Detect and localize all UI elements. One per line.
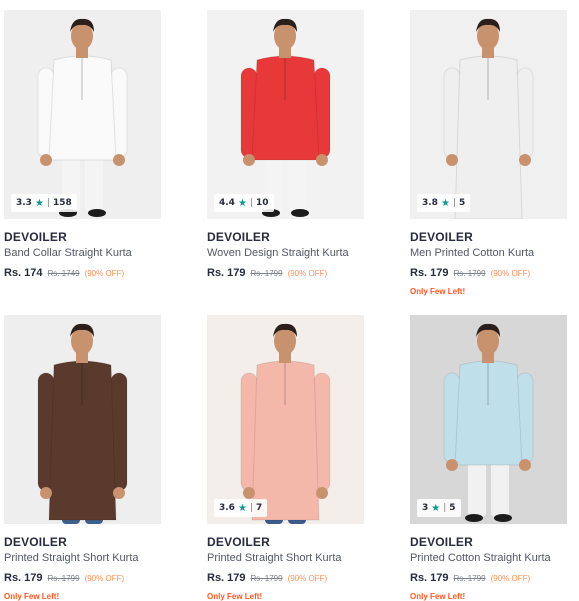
product-title: Woven Design Straight Kurta	[207, 247, 349, 259]
product-card[interactable]: DEVOILER Printed Straight Short Kurta Rs…	[4, 315, 161, 601]
product-discount: (90% OFF)	[490, 269, 531, 278]
product-price: Rs. 179	[4, 572, 43, 584]
product-brand: DEVOILER	[4, 230, 67, 244]
product-brand: DEVOILER	[207, 230, 270, 244]
product-card[interactable]: 3.3 ★ | 158 DEVOILER Band Collar Straight K…	[4, 10, 161, 279]
product-price: Rs. 179	[410, 572, 449, 584]
price-row: Rs. 179 Rs. 1799 (90% OFF)	[4, 572, 161, 584]
price-row: Rs. 179 Rs. 1799 (90% OFF)	[410, 572, 567, 584]
product-title: Men Printed Cotton Kurta	[410, 247, 535, 259]
rating-count: 158	[52, 198, 72, 208]
product-brand: DEVOILER	[410, 535, 473, 549]
product-price: Rs. 174	[4, 267, 43, 279]
rating-badge: 3.6 ★ | 7	[214, 499, 268, 517]
product-discount: (90% OFF)	[84, 269, 125, 278]
product-brand: DEVOILER	[410, 230, 473, 244]
rating-badge: 3.8 ★ | 5	[417, 194, 471, 212]
product-mrp: Rs. 1799	[250, 574, 283, 583]
price-row: Rs. 179 Rs. 1799 (90% OFF)	[207, 267, 364, 279]
product-title: Band Collar Straight Kurta	[4, 247, 132, 259]
rating-count: 10	[255, 198, 269, 208]
star-icon: ★	[440, 197, 450, 209]
rating-value: 3	[422, 503, 429, 513]
product-discount: (90% OFF)	[84, 574, 125, 583]
product-image[interactable]: 3.3 ★ | 158	[4, 10, 161, 219]
rating-separator: |	[249, 503, 253, 513]
star-icon: ★	[237, 197, 247, 209]
product-mrp: Rs. 1749	[47, 269, 80, 278]
product-title: Printed Cotton Straight Kurta	[410, 552, 551, 564]
product-mrp: Rs. 1799	[250, 269, 283, 278]
rating-badge: 4.4 ★ | 10	[214, 194, 274, 212]
product-card[interactable]: 3.6 ★ | 7 DEVOILER Printed Straight Short K…	[207, 315, 364, 601]
few-left-tag: Only Few Left!	[410, 592, 466, 601]
few-left-tag: Only Few Left!	[410, 287, 466, 296]
rating-separator: |	[249, 198, 253, 208]
product-price: Rs. 179	[207, 267, 246, 279]
price-row: Rs. 179 Rs. 1799 (90% OFF)	[207, 572, 364, 584]
price-row: Rs. 174 Rs. 1749 (90% OFF)	[4, 267, 161, 279]
product-image[interactable]: 3.8 ★ | 5	[410, 10, 567, 219]
rating-value: 3.8	[422, 198, 438, 208]
star-icon: ★	[237, 502, 247, 514]
product-price: Rs. 179	[410, 267, 449, 279]
product-image[interactable]	[4, 315, 161, 524]
price-row: Rs. 179 Rs. 1799 (90% OFF)	[410, 267, 567, 279]
rating-separator: |	[443, 503, 447, 513]
few-left-tag: Only Few Left!	[4, 592, 60, 601]
product-discount: (90% OFF)	[287, 574, 328, 583]
rating-count: 5	[449, 503, 456, 513]
model-photo	[240, 323, 331, 524]
product-discount: (90% OFF)	[490, 574, 531, 583]
model-photo	[443, 18, 534, 219]
product-image[interactable]: 4.4 ★ | 10	[207, 10, 364, 219]
product-title: Printed Straight Short Kurta	[207, 552, 342, 564]
model-photo	[443, 323, 534, 522]
product-brand: DEVOILER	[4, 535, 67, 549]
product-title: Printed Straight Short Kurta	[4, 552, 139, 564]
product-image[interactable]: 3 ★ | 5	[410, 315, 567, 524]
product-brand: DEVOILER	[207, 535, 270, 549]
product-card[interactable]: 4.4 ★ | 10 DEVOILER Woven Design Straight K…	[207, 10, 364, 279]
product-mrp: Rs. 1799	[47, 574, 80, 583]
rating-separator: |	[46, 198, 50, 208]
star-icon: ★	[431, 502, 441, 514]
product-card[interactable]: 3 ★ | 5 DEVOILER Printed Cotton Straight Ku…	[410, 315, 567, 601]
few-left-tag: Only Few Left!	[207, 592, 263, 601]
model-photo	[37, 323, 128, 524]
rating-count: 5	[458, 198, 466, 208]
product-price: Rs. 179	[207, 572, 246, 584]
rating-value: 3.3	[16, 198, 32, 208]
rating-badge: 3 ★ | 5	[417, 499, 461, 517]
model-photo	[37, 18, 128, 217]
product-mrp: Rs. 1799	[453, 269, 486, 278]
rating-value: 3.6	[219, 503, 235, 513]
product-mrp: Rs. 1799	[453, 574, 486, 583]
rating-value: 4.4	[219, 198, 235, 208]
product-image[interactable]: 3.6 ★ | 7	[207, 315, 364, 524]
rating-separator: |	[452, 198, 456, 208]
product-discount: (90% OFF)	[287, 269, 328, 278]
rating-count: 7	[255, 503, 263, 513]
product-card[interactable]: 3.8 ★ | 5 DEVOILER Men Printed Cotton Kurta…	[410, 10, 567, 296]
star-icon: ★	[34, 197, 44, 209]
rating-badge: 3.3 ★ | 158	[11, 194, 77, 212]
model-photo	[240, 18, 331, 217]
